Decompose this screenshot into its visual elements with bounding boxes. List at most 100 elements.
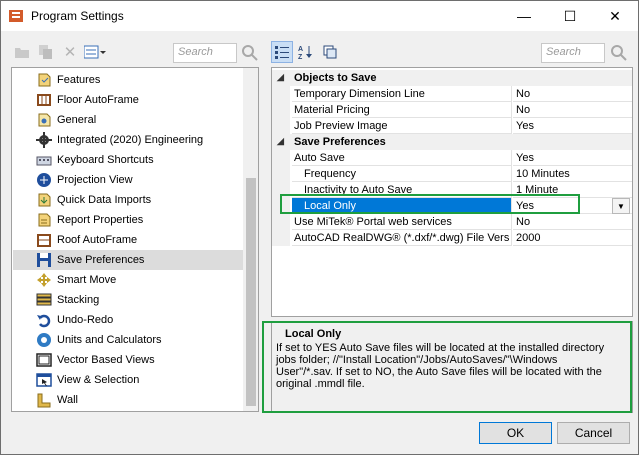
property-row[interactable]: Frequency 10 Minutes: [272, 166, 632, 182]
sidebar-item-wall[interactable]: Wall: [13, 390, 243, 410]
property-value[interactable]: Yes: [513, 150, 632, 166]
window-title: Program Settings: [31, 9, 124, 23]
search-icon[interactable]: [609, 42, 629, 64]
property-name: AutoCAD RealDWG® (*.dxf/*.dwg) File Vers: [292, 230, 512, 246]
sidebar-item-label: Smart Move: [57, 274, 117, 286]
property-row[interactable]: Job Preview Image Yes: [272, 118, 632, 134]
sidebar-item-label: Integrated (2020) Engineering: [57, 134, 204, 146]
category-objects-to-save[interactable]: ◢ Objects to Save: [272, 70, 632, 86]
copy-icon[interactable]: [37, 41, 55, 63]
property-name: Temporary Dimension Line: [292, 86, 512, 102]
minimize-button[interactable]: —: [501, 1, 547, 31]
sidebar-item-quick-data-imports[interactable]: Quick Data Imports: [13, 190, 243, 210]
sidebar-item-undo-redo[interactable]: Undo-Redo: [13, 310, 243, 330]
sidebar-item-view-selection[interactable]: View & Selection: [13, 370, 243, 390]
new-folder-icon[interactable]: [13, 41, 31, 63]
sidebar-item-label: Quick Data Imports: [57, 194, 152, 206]
sidebar-item-label: Undo-Redo: [57, 314, 114, 326]
calculator-icon: [37, 333, 51, 347]
property-name: Auto Save: [292, 150, 512, 166]
general-icon: [38, 113, 51, 127]
category-save-preferences[interactable]: ◢ Save Preferences: [272, 134, 632, 150]
sidebar-item-label: Save Preferences: [57, 254, 145, 266]
close-button[interactable]: ✕: [592, 1, 638, 31]
sidebar-item-label: Floor AutoFrame: [57, 94, 139, 106]
settings-app-icon: [9, 10, 23, 22]
program-settings-window: Program Settings — ☐ ✕ ✕ Search Features…: [0, 0, 639, 455]
ok-button[interactable]: OK: [479, 422, 552, 444]
roof-autoframe-icon: [37, 234, 51, 247]
cancel-button[interactable]: Cancel: [557, 422, 630, 444]
sidebar-item-units-and-calculators[interactable]: Units and Calculators: [13, 330, 243, 350]
sort-alphabetical-icon[interactable]: AZ: [295, 41, 317, 63]
property-value[interactable]: No: [513, 102, 632, 118]
sidebar-item-general[interactable]: General: [13, 110, 243, 130]
scrollbar-thumb[interactable]: [246, 178, 256, 406]
save-icon: [37, 253, 51, 267]
property-row[interactable]: AutoCAD RealDWG® (*.dxf/*.dwg) File Vers…: [272, 230, 632, 246]
floor-autoframe-icon: [37, 94, 51, 106]
highlight-box-local-only: [280, 194, 580, 214]
sidebar-item-vector-based-views[interactable]: Vector Based Views: [13, 350, 243, 370]
highlight-box-description: [262, 321, 632, 413]
sidebar-item-label: Features: [57, 74, 101, 86]
property-row[interactable]: Temporary Dimension Line No: [272, 86, 632, 102]
property-row[interactable]: Material Pricing No: [272, 102, 632, 118]
sidebar-item-label: Vector Based Views: [57, 354, 155, 366]
search-icon[interactable]: [240, 42, 260, 64]
delete-icon[interactable]: ✕: [61, 41, 79, 63]
sidebar-item-stacking[interactable]: Stacking: [13, 290, 243, 310]
sidebar-item-label: Stacking: [57, 294, 100, 306]
sidebar-item-report-properties[interactable]: Report Properties: [13, 210, 243, 230]
property-grid[interactable]: ◢ Objects to Save Temporary Dimension Li…: [271, 67, 633, 317]
sidebar-item-save-preferences[interactable]: Save Preferences: [13, 250, 243, 270]
list-scrollbar[interactable]: [243, 68, 258, 411]
sidebar-item-integrated-2020-engineering[interactable]: Integrated (2020) Engineering: [13, 130, 243, 150]
sidebar-item-smart-move[interactable]: Smart Move: [13, 270, 243, 290]
sidebar-item-label: General: [57, 114, 97, 126]
sidebar-item-keyboard-shortcuts[interactable]: Keyboard Shortcuts: [13, 150, 243, 170]
property-value[interactable]: 2000: [513, 230, 632, 246]
stacking-icon: [36, 293, 52, 306]
sidebar-item-features[interactable]: Features: [13, 70, 243, 90]
sidebar-item-label: View & Selection: [57, 374, 140, 386]
left-search-input[interactable]: Search: [173, 43, 237, 63]
categorized-view-icon[interactable]: [271, 41, 293, 63]
property-row[interactable]: Auto Save Yes: [272, 150, 632, 166]
report-icon: [38, 213, 51, 227]
view-options-icon[interactable]: [83, 41, 107, 63]
property-name: Use MiTek® Portal web services: [292, 214, 512, 230]
svg-text:A: A: [298, 46, 303, 53]
keyboard-icon: [36, 156, 52, 166]
property-name: Job Preview Image: [292, 118, 512, 134]
vector-icon: [36, 353, 52, 367]
collapse-icon[interactable]: ◢: [277, 136, 284, 147]
sidebar-item-label: Projection View: [57, 174, 133, 186]
settings-category-list[interactable]: Features Floor AutoFrame General Integrated…: [11, 67, 259, 412]
property-value[interactable]: No: [513, 214, 632, 230]
property-value[interactable]: 10 Minutes: [513, 166, 632, 182]
sidebar-item-label: Keyboard Shortcuts: [57, 154, 154, 166]
collapse-icon[interactable]: ◢: [277, 72, 284, 83]
projection-icon: [37, 173, 51, 187]
category-label: Save Preferences: [294, 136, 386, 148]
wall-icon: [37, 393, 51, 408]
sidebar-item-label: Units and Calculators: [57, 334, 162, 346]
sidebar-item-roof-autoframe[interactable]: Roof AutoFrame: [13, 230, 243, 250]
property-pages-icon[interactable]: [319, 41, 341, 63]
sidebar-item-projection-view[interactable]: Projection View: [13, 170, 243, 190]
right-search-input[interactable]: Search: [541, 43, 605, 63]
property-row[interactable]: Use MiTek® Portal web services No: [272, 214, 632, 230]
import-icon: [38, 193, 51, 207]
smart-move-icon: [37, 273, 51, 287]
property-name: Material Pricing: [292, 102, 512, 118]
undo-icon: [37, 314, 51, 328]
sidebar-item-floor-autoframe[interactable]: Floor AutoFrame: [13, 90, 243, 110]
gear-icon: [36, 132, 52, 148]
title-bar: Program Settings — ☐ ✕: [1, 1, 638, 31]
chevron-down-icon[interactable]: ▼: [612, 198, 630, 214]
property-value[interactable]: No: [513, 86, 632, 102]
property-value[interactable]: Yes: [513, 118, 632, 134]
property-name: Frequency: [292, 166, 512, 182]
maximize-button[interactable]: ☐: [547, 1, 593, 31]
